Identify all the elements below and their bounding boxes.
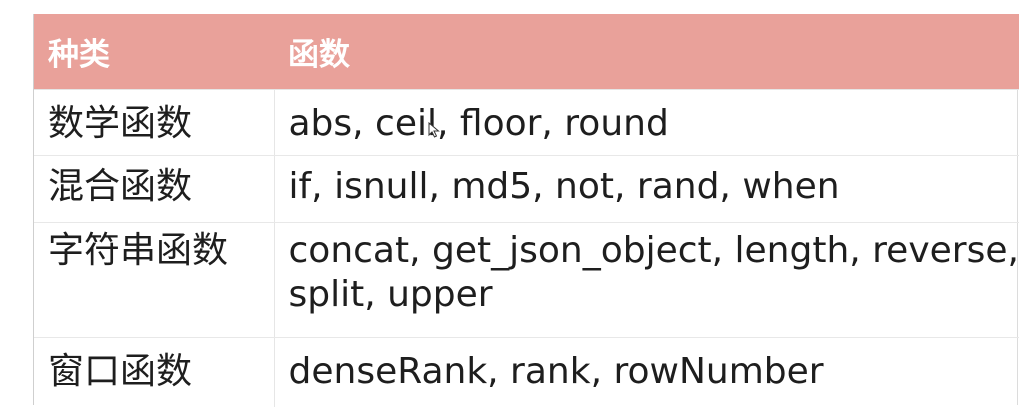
row-category: 窗口函数 <box>34 337 275 407</box>
row-functions: if, isnull, md5, not, rand, when <box>274 155 1019 223</box>
function-table: 种类 函数 数学函数 abs, ceil, floor, round 混合函数 … <box>34 14 1019 407</box>
header-category: 种类 <box>34 14 274 90</box>
table-header: 种类 函数 <box>34 14 1019 90</box>
row-functions: abs, ceil, floor, round <box>274 89 1019 156</box>
header-row: 种类 函数 <box>34 14 1019 90</box>
row-category: 混合函数 <box>34 155 275 223</box>
table-row: 数学函数 abs, ceil, floor, round <box>34 89 1019 156</box>
table-body: 数学函数 abs, ceil, floor, round 混合函数 if, is… <box>34 89 1019 407</box>
table-row: 混合函数 if, isnull, md5, not, rand, when <box>34 155 1019 223</box>
table-row: 字符串函数 concat, get_json_object, length, r… <box>34 222 1019 338</box>
header-functions: 函数 <box>274 14 1019 90</box>
row-functions: concat, get_json_object, length, reverse… <box>274 222 1019 338</box>
row-category: 数学函数 <box>34 89 275 156</box>
row-functions: denseRank, rank, rowNumber <box>288 350 824 392</box>
function-table-frame: 种类 函数 数学函数 abs, ceil, floor, round 混合函数 … <box>33 14 1019 407</box>
mouse-pointer-icon <box>428 122 440 138</box>
row-category: 字符串函数 <box>34 222 275 338</box>
table-row: 窗口函数 denseRank, rank, rowNumber <box>34 337 1019 407</box>
page: 种类 函数 数学函数 abs, ceil, floor, round 混合函数 … <box>0 0 1031 419</box>
